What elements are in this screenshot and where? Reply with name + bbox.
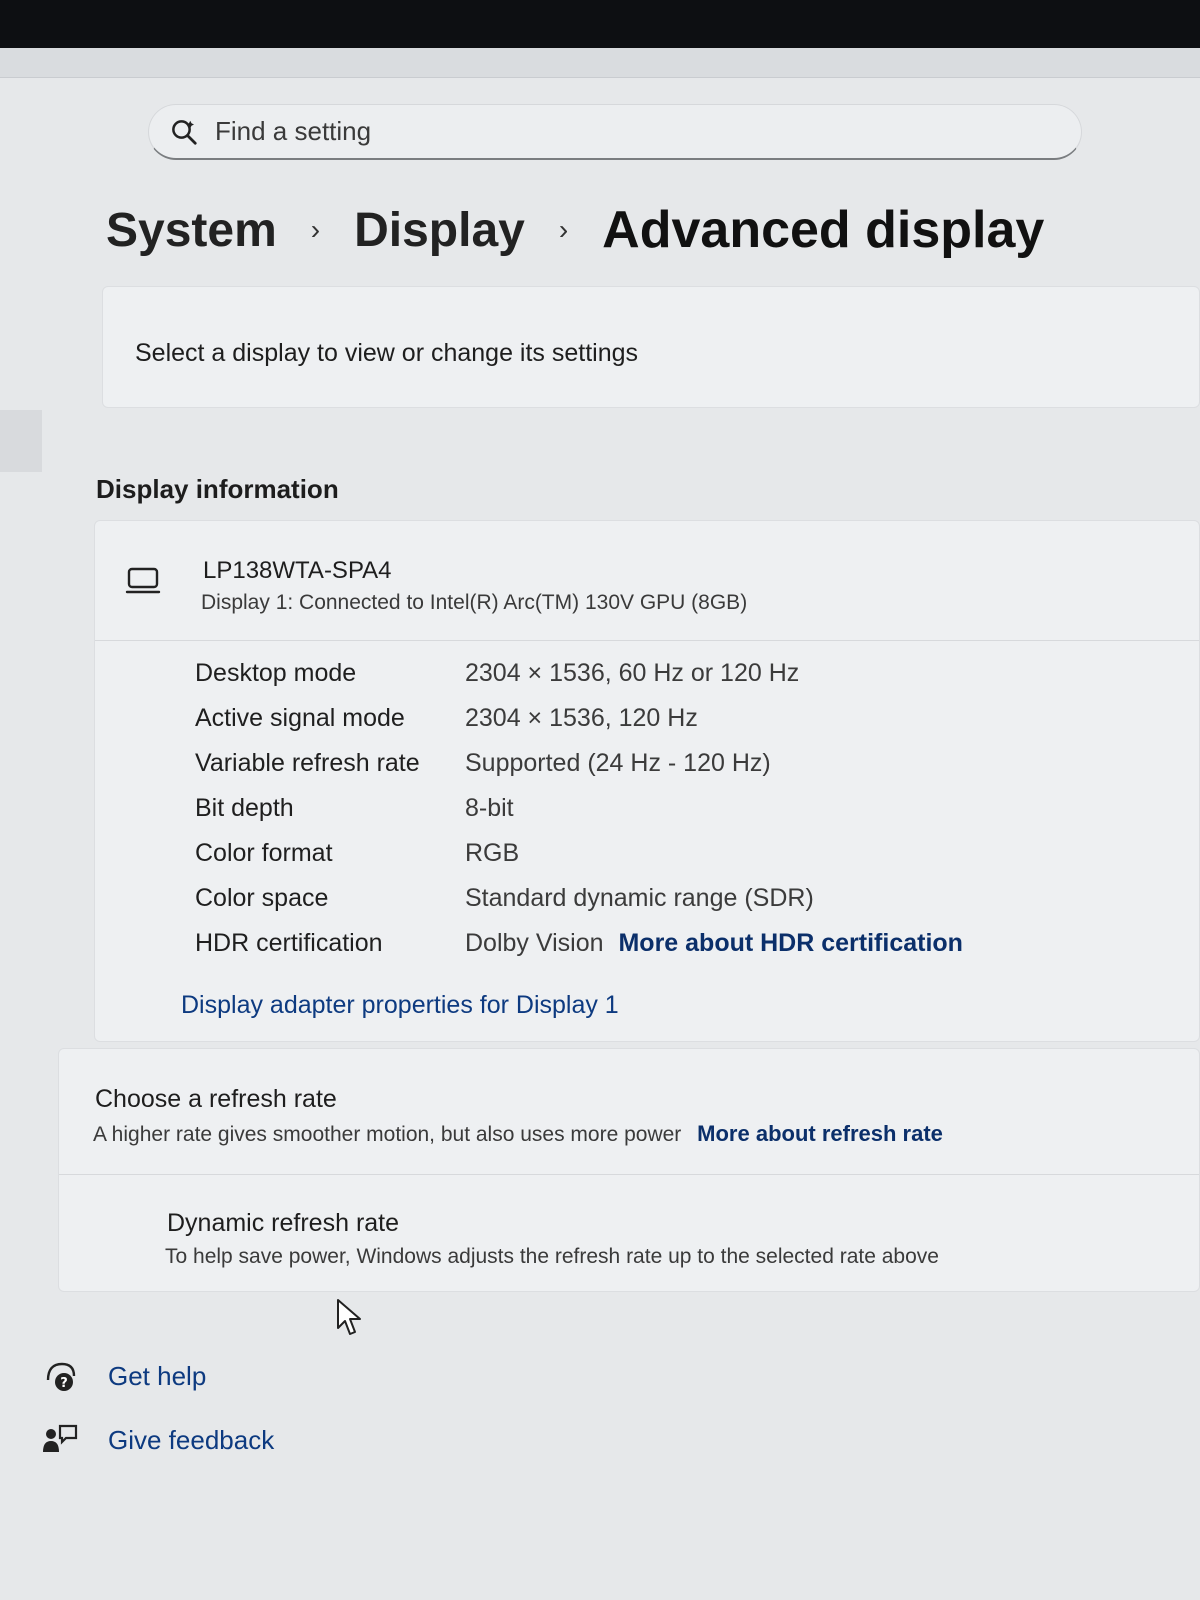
property-row: HDR certification Dolby Vision More abou…	[95, 919, 1199, 964]
property-row: Bit depth 8-bit	[95, 784, 1199, 829]
feedback-icon	[43, 1424, 78, 1452]
refresh-rate-link[interactable]: More about refresh rate	[697, 1121, 943, 1146]
property-value: 8-bit	[465, 794, 514, 822]
property-value: Dolby Vision More about HDR certificatio…	[465, 929, 963, 958]
refresh-rate-desc-text: A higher rate gives smoother motion, but…	[93, 1123, 682, 1146]
select-display-label: Select a display to view or change its s…	[135, 339, 639, 367]
breadcrumb-display[interactable]: Display	[354, 203, 525, 258]
laptop-icon	[125, 567, 161, 594]
property-row: Color space Standard dynamic range (SDR)	[95, 874, 1199, 919]
refresh-rate-description: A higher rate gives smoother motion, but…	[93, 1121, 943, 1147]
give-feedback-link[interactable]: Give feedback	[42, 1422, 274, 1458]
property-label: Active signal mode	[195, 704, 405, 732]
monitor-header: LP138WTA-SPA4 Display 1: Connected to In…	[95, 521, 1199, 641]
select-display-card[interactable]: Select a display to view or change its s…	[102, 286, 1200, 408]
property-value: Supported (24 Hz - 120 Hz)	[465, 749, 771, 777]
page-title: Advanced display	[602, 201, 1045, 259]
property-row: Desktop mode 2304 × 1536, 60 Hz or 120 H…	[95, 649, 1199, 694]
property-label: Bit depth	[195, 794, 294, 822]
hdr-certification-link[interactable]: More about HDR certification	[618, 929, 962, 957]
property-value: 2304 × 1536, 60 Hz or 120 Hz	[465, 659, 800, 687]
give-feedback-label: Give feedback	[108, 1424, 275, 1455]
hdr-cert-value: Dolby Vision	[465, 929, 604, 957]
chevron-right-icon: ›	[558, 214, 569, 245]
search-box[interactable]	[148, 104, 1082, 160]
property-value: RGB	[465, 839, 520, 867]
display-adapter-properties-link[interactable]: Display adapter properties for Display 1	[181, 991, 619, 1020]
monitor-description: Display 1: Connected to Intel(R) Arc(TM)…	[201, 591, 748, 614]
refresh-rate-row[interactable]: Choose a refresh rate A higher rate give…	[59, 1049, 1199, 1175]
property-label: HDR certification	[195, 929, 383, 957]
refresh-rate-card: Choose a refresh rate A higher rate give…	[58, 1048, 1200, 1292]
display-properties-list: Desktop mode 2304 × 1536, 60 Hz or 120 H…	[95, 649, 1199, 964]
breadcrumb-system[interactable]: System	[106, 203, 277, 258]
help-icon: ?	[46, 1362, 76, 1391]
property-label: Color space	[195, 884, 329, 912]
get-help-link[interactable]: ? Get help	[42, 1358, 206, 1394]
search-input[interactable]	[215, 116, 1015, 147]
property-row: Color format RGB	[95, 829, 1199, 874]
svg-text:?: ?	[60, 1376, 68, 1391]
dynamic-refresh-title: Dynamic refresh rate	[167, 1209, 400, 1237]
get-help-label: Get help	[108, 1360, 207, 1391]
property-label: Color format	[195, 839, 333, 867]
display-information-heading: Display information	[96, 474, 339, 504]
property-row: Active signal mode 2304 × 1536, 120 Hz	[95, 694, 1199, 739]
search-icon	[172, 119, 197, 145]
display-information-card: LP138WTA-SPA4 Display 1: Connected to In…	[94, 520, 1200, 1042]
window-title-strip	[0, 48, 1200, 78]
dynamic-refresh-description: To help save power, Windows adjusts the …	[165, 1245, 939, 1268]
property-label: Desktop mode	[195, 659, 357, 687]
property-value: 2304 × 1536, 120 Hz	[465, 704, 698, 732]
mouse-cursor-icon	[337, 1299, 361, 1335]
monitor-name: LP138WTA-SPA4	[203, 557, 392, 584]
sidebar-selection-indicator	[0, 410, 42, 472]
breadcrumb: System › Display › Advanced display	[106, 190, 1044, 270]
property-label: Variable refresh rate	[195, 749, 420, 777]
property-value: Standard dynamic range (SDR)	[465, 884, 814, 912]
chevron-right-icon: ›	[310, 214, 321, 245]
property-row: Variable refresh rate Supported (24 Hz -…	[95, 739, 1199, 784]
top-bezel	[0, 0, 1200, 48]
refresh-rate-title: Choose a refresh rate	[95, 1085, 337, 1113]
